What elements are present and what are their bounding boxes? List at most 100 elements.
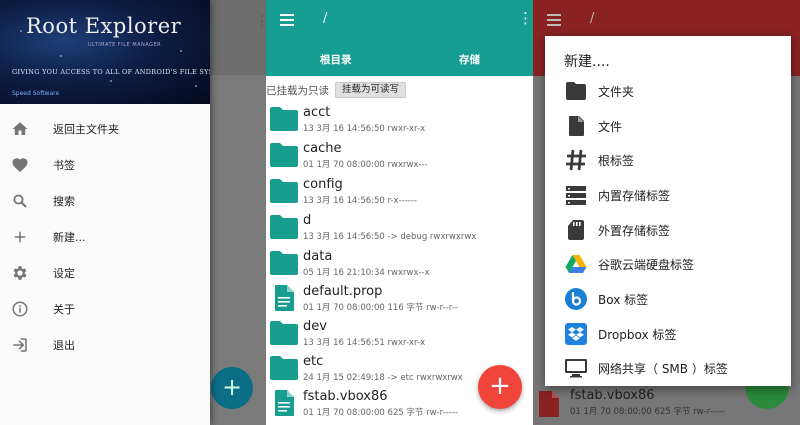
file-meta: 01 1月 70 08:00:00 625 字节 rw-r-----	[570, 407, 725, 417]
file-name: acct	[303, 105, 331, 120]
file-name: dev	[303, 319, 327, 334]
folder-icon	[270, 215, 298, 239]
file-meta: 01 1月 70 08:00:00 116 字节 rw-r--r--	[303, 303, 458, 313]
drawer-item-label: 返回主文件夹	[53, 123, 119, 136]
list-item[interactable]: data 05 1月 16 21:10:34 rwxrwx--x	[266, 246, 533, 281]
app-logo-brand: Speed Software	[12, 90, 60, 97]
drawer-screen: ⋮ + Root Explorer ULTIMATE FILE MANAGER …	[0, 0, 266, 425]
file-meta: 13 3月 16 14:56:50 rwxr-xr-x	[303, 124, 426, 134]
drawer-header-logo: Root Explorer ULTIMATE FILE MANAGER GIVI…	[0, 0, 210, 104]
file-name: etc	[303, 354, 324, 369]
folder-icon	[270, 251, 298, 275]
background-more-icon: ⋮	[255, 13, 266, 29]
document-icon	[275, 390, 294, 416]
option-label: 文件	[598, 120, 623, 134]
gear-icon	[13, 266, 27, 280]
file-name: fstab.vbox86	[570, 388, 655, 403]
smb-share-bookmark-option[interactable]: 网络共享（ SMB ）标签	[545, 351, 791, 385]
list-item[interactable]: acct 13 3月 16 14:56:50 rwxr-xr-x	[266, 102, 533, 137]
list-item[interactable]: d 13 3月 16 14:56:50 -> debug rwxrwxrwx	[266, 210, 533, 245]
box-bookmark-option[interactable]: Box 标签	[545, 282, 791, 316]
root-bookmark-option[interactable]: 根标签	[545, 143, 791, 177]
mount-bar: 已挂载为只读 挂载为可读写	[266, 80, 533, 100]
drawer-item-label: 关于	[53, 303, 75, 316]
drawer-item-home[interactable]: 返回主文件夹	[0, 111, 210, 147]
file-meta: 13 3月 16 14:56:50 r-x------	[303, 196, 417, 206]
create-new-dialog: 新建.... 文件夹 文件 根标签 内置存储标签 外置存储标签 谷歌云端硬盘标签…	[545, 36, 791, 386]
file-meta: 13 3月 16 14:56:51 rwxr-xr-x	[303, 338, 426, 348]
file-name: d	[303, 213, 312, 228]
tab-root[interactable]: 根目录	[320, 52, 352, 67]
navigation-drawer: Root Explorer ULTIMATE FILE MANAGER GIVI…	[0, 0, 210, 425]
list-item[interactable]: cache 01 1月 70 08:00:00 rwxrwx---	[266, 138, 533, 173]
app-logo-tagline: GIVING YOU ACCESS TO ALL OF ANDROID'S FI…	[12, 68, 210, 76]
dropbox-icon	[565, 323, 587, 345]
list-item[interactable]: dev 13 3月 16 14:56:51 rwxr-xr-x	[266, 316, 533, 351]
folder-icon	[270, 143, 298, 167]
add-fab-button[interactable]: +	[478, 365, 522, 409]
option-label: Dropbox 标签	[598, 328, 677, 342]
file-name: config	[303, 177, 343, 192]
option-label: Box 标签	[598, 293, 649, 307]
more-options-icon[interactable]: ⋮	[518, 11, 533, 26]
drawer-item-about[interactable]: 关于	[0, 291, 210, 327]
hamburger-menu-icon[interactable]	[280, 14, 294, 26]
document-icon	[275, 285, 294, 311]
dropbox-bookmark-option[interactable]: Dropbox 标签	[545, 317, 791, 351]
option-label: 网络共享（ SMB ）标签	[598, 362, 728, 376]
exit-icon	[13, 338, 27, 352]
drawer-item-label: 设定	[53, 267, 75, 280]
info-icon	[12, 301, 28, 317]
drawer-item-exit[interactable]: 退出	[0, 327, 210, 363]
list-item[interactable]: config 13 3月 16 14:56:50 r-x------	[266, 174, 533, 209]
folder-icon	[270, 356, 298, 380]
dialog-title: 新建....	[564, 54, 610, 70]
file-name: default.prop	[303, 284, 383, 299]
create-file-option[interactable]: 文件	[545, 109, 791, 143]
document-icon	[539, 391, 559, 417]
plus-icon	[14, 231, 26, 243]
box-icon	[565, 288, 587, 310]
file-meta: 01 1月 70 08:00:00 625 字节 rw-r-----	[303, 408, 458, 418]
google-drive-bookmark-option[interactable]: 谷歌云端硬盘标签	[545, 247, 791, 281]
app-logo-title: Root Explorer	[26, 14, 182, 38]
current-path: /	[590, 11, 595, 26]
file-meta: 13 3月 16 14:56:50 -> debug rwxrwxrwx	[303, 232, 477, 242]
option-label: 根标签	[598, 154, 635, 168]
drawer-item-bookmarks[interactable]: 书签	[0, 147, 210, 183]
file-list-screen: / ⋮ 根目录 存储 已挂载为只读 挂载为可读写 acct 13 3月 16 1…	[266, 0, 533, 425]
background-fab[interactable]: +	[211, 367, 253, 409]
drawer-item-new[interactable]: 新建...	[0, 219, 210, 255]
file-meta: 24 1月 15 02:49:18 -> etc rwxrwxrwx	[303, 373, 463, 383]
app-bar: / ⋮ 根目录 存储	[266, 0, 533, 76]
background-list-item: fstab.vbox86 01 1月 70 08:00:00 625 字节 rw…	[533, 385, 800, 420]
file-meta: 05 1月 16 21:10:34 rwxrwx--x	[303, 268, 430, 278]
file-name: data	[303, 249, 333, 264]
option-label: 谷歌云端硬盘标签	[598, 258, 695, 272]
create-folder-option[interactable]: 文件夹	[545, 74, 791, 108]
drawer-item-settings[interactable]: 设定	[0, 255, 210, 291]
folder-icon	[566, 82, 586, 100]
internal-storage-bookmark-option[interactable]: 内置存储标签	[545, 178, 791, 212]
search-icon	[13, 194, 27, 208]
drawer-item-label: 退出	[53, 339, 75, 352]
file-name: cache	[303, 141, 342, 156]
folder-icon	[270, 107, 298, 131]
hamburger-menu-icon	[547, 14, 561, 26]
heart-icon	[12, 158, 28, 173]
list-item[interactable]: default.prop 01 1月 70 08:00:00 116 字节 rw…	[266, 281, 533, 316]
storage-icon	[566, 186, 586, 205]
create-menu-screen: / fstab.vbox86 01 1月 70 08:00:00 625 字节 …	[533, 0, 800, 425]
current-path: /	[323, 11, 328, 26]
monitor-icon	[565, 359, 587, 378]
external-storage-bookmark-option[interactable]: 外置存储标签	[545, 213, 791, 247]
file-meta: 01 1月 70 08:00:00 rwxrwx---	[303, 160, 428, 170]
google-drive-icon	[565, 255, 587, 273]
tab-storage[interactable]: 存储	[459, 52, 480, 67]
option-label: 内置存储标签	[598, 189, 671, 203]
drawer-item-search[interactable]: 搜索	[0, 183, 210, 219]
drawer-item-label: 新建...	[53, 231, 86, 244]
drawer-item-label: 书签	[53, 159, 75, 172]
mount-read-write-button[interactable]: 挂载为可读写	[335, 82, 407, 98]
hash-icon	[566, 149, 586, 171]
